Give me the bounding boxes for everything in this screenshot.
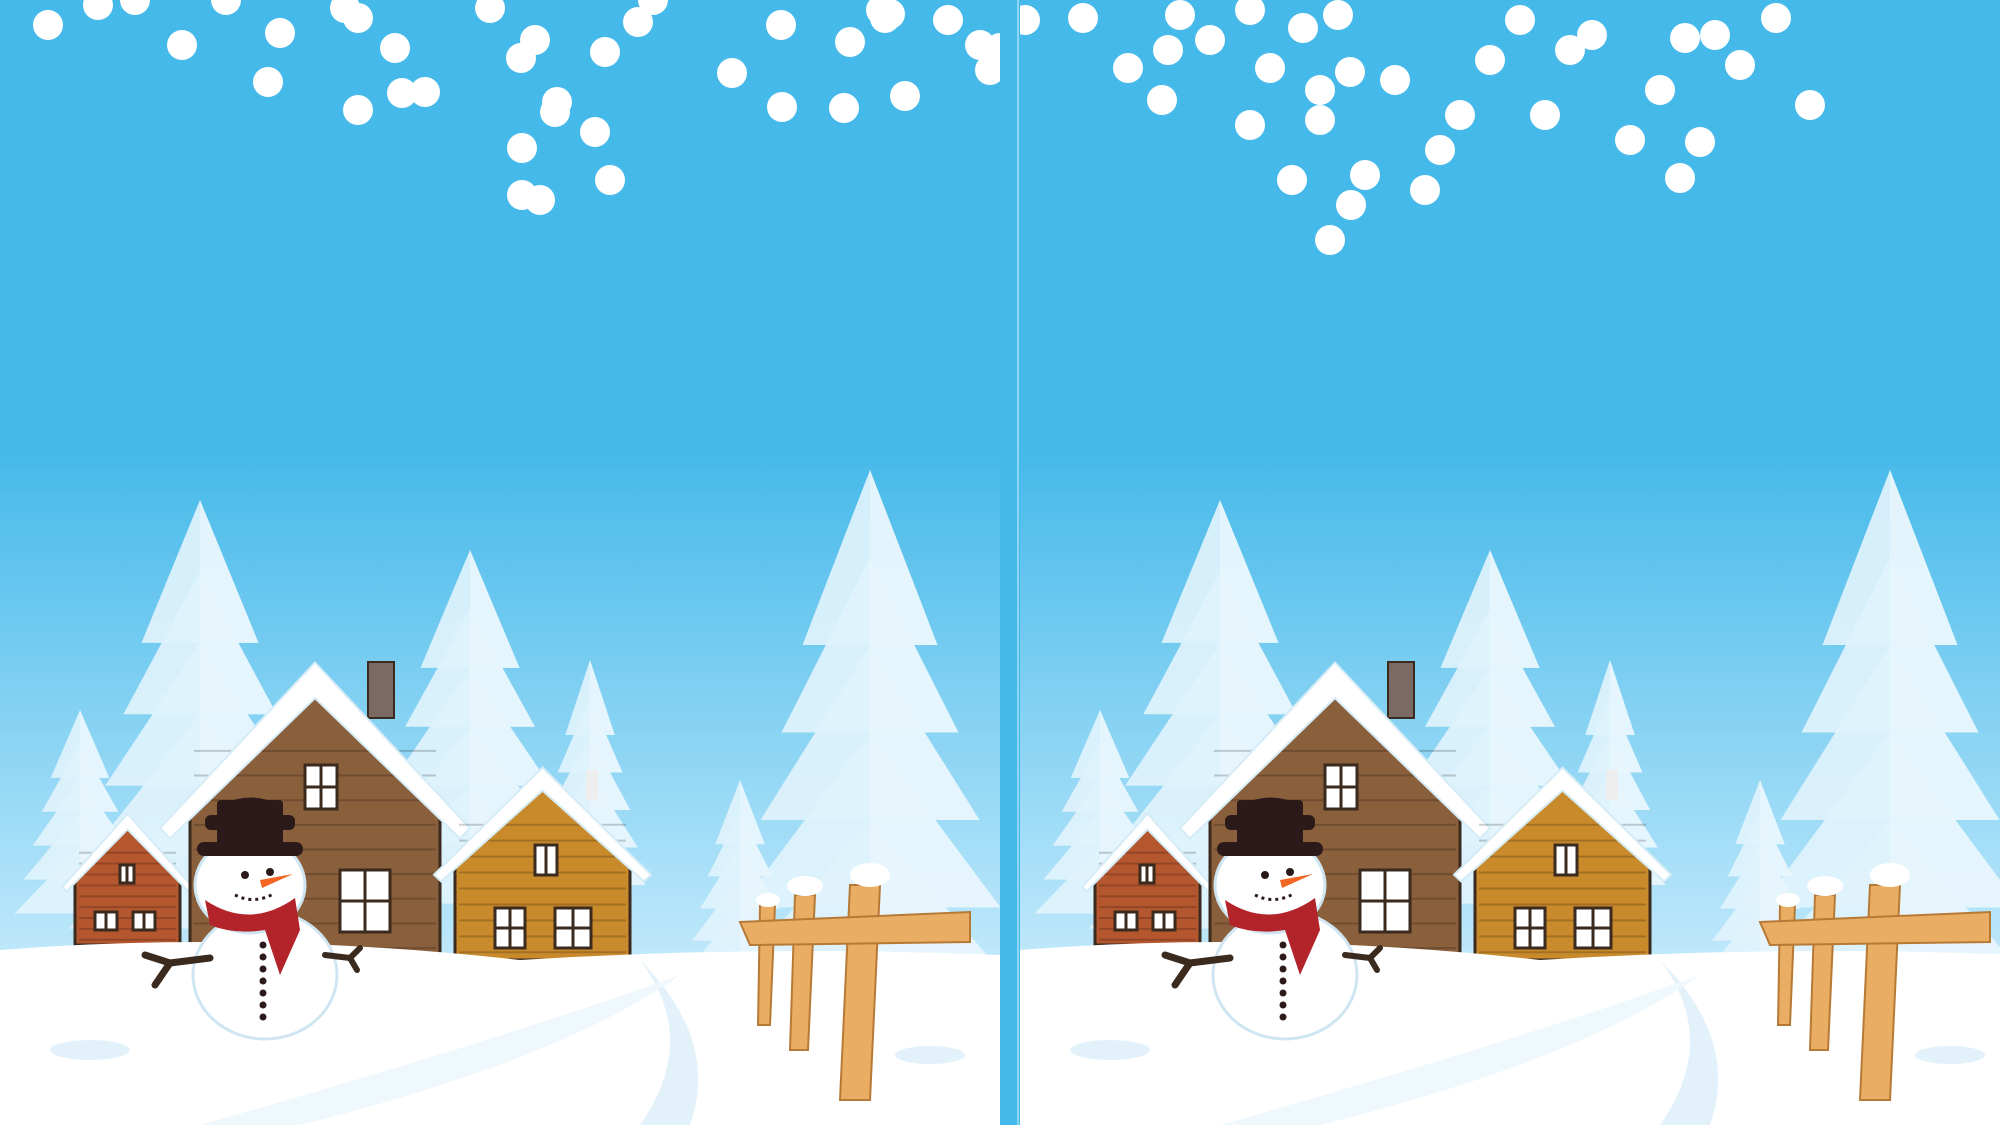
panel-divider <box>1017 0 1019 1125</box>
snow-mound <box>1915 1046 1985 1064</box>
chimney <box>1387 661 1415 719</box>
snowy-ground <box>1020 942 2000 1125</box>
spot-difference-board <box>0 0 2000 1125</box>
snow-mound <box>895 1046 965 1064</box>
chimney <box>367 661 395 719</box>
snow-mound <box>50 1040 130 1060</box>
snow-mound <box>1070 1040 1150 1060</box>
small-chimney <box>1606 770 1618 800</box>
left-scene-panel[interactable] <box>0 0 1000 1125</box>
right-scene-panel[interactable] <box>1020 0 2000 1125</box>
small-chimney <box>586 770 598 800</box>
